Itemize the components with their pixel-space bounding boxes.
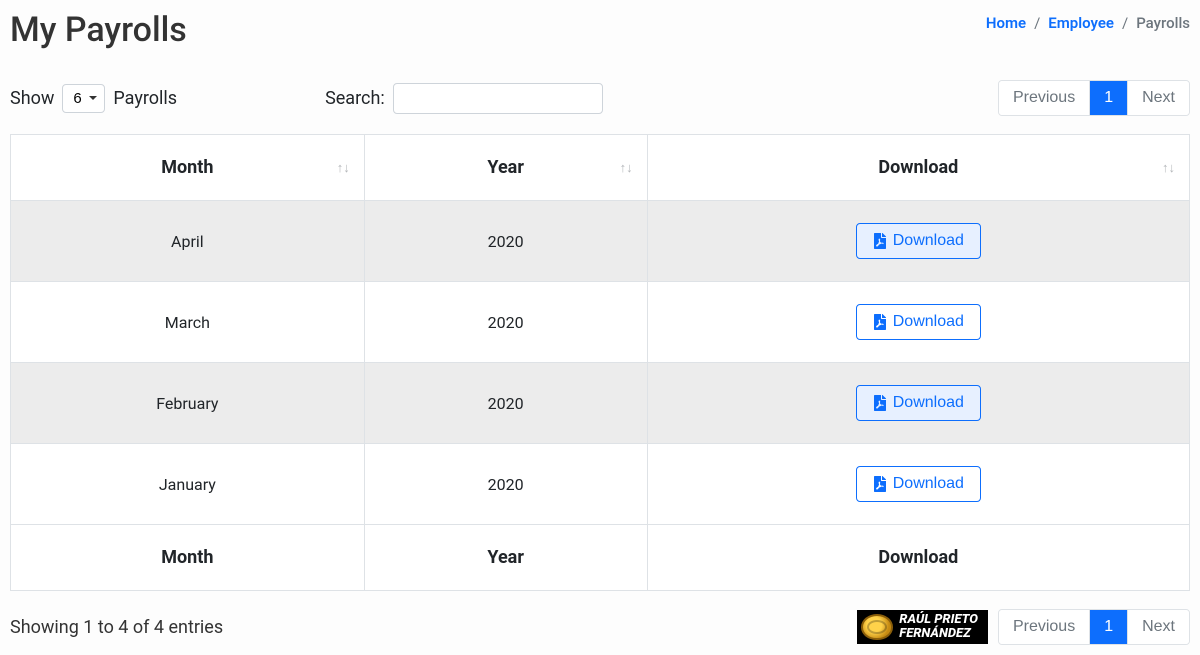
cell-year: 2020 [364, 282, 647, 363]
column-header-download[interactable]: Download ↑↓ [647, 135, 1189, 201]
cell-year: 2020 [364, 363, 647, 444]
show-label-prefix: Show [10, 88, 54, 109]
cell-month: March [11, 282, 365, 363]
search-label: Search: [325, 88, 385, 109]
file-pdf-icon [873, 314, 887, 330]
column-footer-year: Year [364, 525, 647, 591]
page-size-select[interactable]: 6 [62, 84, 105, 113]
cell-download: Download [647, 201, 1189, 282]
column-footer-month: Month [11, 525, 365, 591]
file-pdf-icon [873, 476, 887, 492]
pagination-page-1-button[interactable]: 1 [1090, 610, 1128, 644]
brand-text: RAÚL PRIETOFERNÁNDEZ [899, 613, 978, 640]
breadcrumb-employee-link[interactable]: Employee [1048, 14, 1114, 32]
pagination-next-button[interactable]: Next [1128, 81, 1189, 115]
show-label-suffix: Payrolls [113, 88, 177, 109]
breadcrumb: Home / Employee / Payrolls [986, 10, 1190, 32]
pagination-top: Previous 1 Next [998, 80, 1190, 116]
page-title: My Payrolls [10, 10, 187, 50]
breadcrumb-home-link[interactable]: Home [986, 14, 1026, 32]
cell-download: Download [647, 282, 1189, 363]
pagination-prev-button[interactable]: Previous [999, 610, 1090, 644]
column-footer-download: Download [647, 525, 1189, 591]
download-button[interactable]: Download [856, 466, 981, 502]
sort-icon: ↑↓ [337, 160, 350, 176]
search-input[interactable] [393, 83, 603, 114]
breadcrumb-current: Payrolls [1136, 14, 1190, 32]
breadcrumb-sep: / [1122, 14, 1128, 32]
cell-year: 2020 [364, 201, 647, 282]
entries-info: Showing 1 to 4 of 4 entries [10, 617, 223, 638]
table-row: March2020 Download [11, 282, 1190, 363]
file-pdf-icon [873, 233, 887, 249]
payrolls-table: Month ↑↓ Year ↑↓ Download ↑↓ April2020Do… [10, 134, 1190, 591]
file-pdf-icon [873, 395, 887, 411]
cell-download: Download [647, 444, 1189, 525]
brand-badge: RAÚL PRIETOFERNÁNDEZ [857, 610, 988, 643]
column-header-month[interactable]: Month ↑↓ [11, 135, 365, 201]
search-group: Search: [325, 83, 603, 114]
column-header-year[interactable]: Year ↑↓ [364, 135, 647, 201]
table-row: April2020 Download [11, 201, 1190, 282]
table-row: February2020 Download [11, 363, 1190, 444]
pagination-bottom: Previous 1 Next [998, 609, 1190, 645]
pagination-page-1-button[interactable]: 1 [1090, 81, 1128, 115]
coin-icon [861, 614, 893, 640]
sort-icon: ↑↓ [620, 160, 633, 176]
sort-icon: ↑↓ [1162, 160, 1175, 176]
pagination-next-button[interactable]: Next [1128, 610, 1189, 644]
cell-month: April [11, 201, 365, 282]
cell-month: February [11, 363, 365, 444]
table-row: January2020 Download [11, 444, 1190, 525]
show-entries-group: Show 6 Payrolls [10, 84, 177, 113]
download-button[interactable]: Download [856, 223, 981, 259]
pagination-prev-button[interactable]: Previous [999, 81, 1090, 115]
cell-month: January [11, 444, 365, 525]
cell-download: Download [647, 363, 1189, 444]
download-button[interactable]: Download [856, 304, 981, 340]
download-button[interactable]: Download [856, 385, 981, 421]
cell-year: 2020 [364, 444, 647, 525]
breadcrumb-sep: / [1034, 14, 1040, 32]
